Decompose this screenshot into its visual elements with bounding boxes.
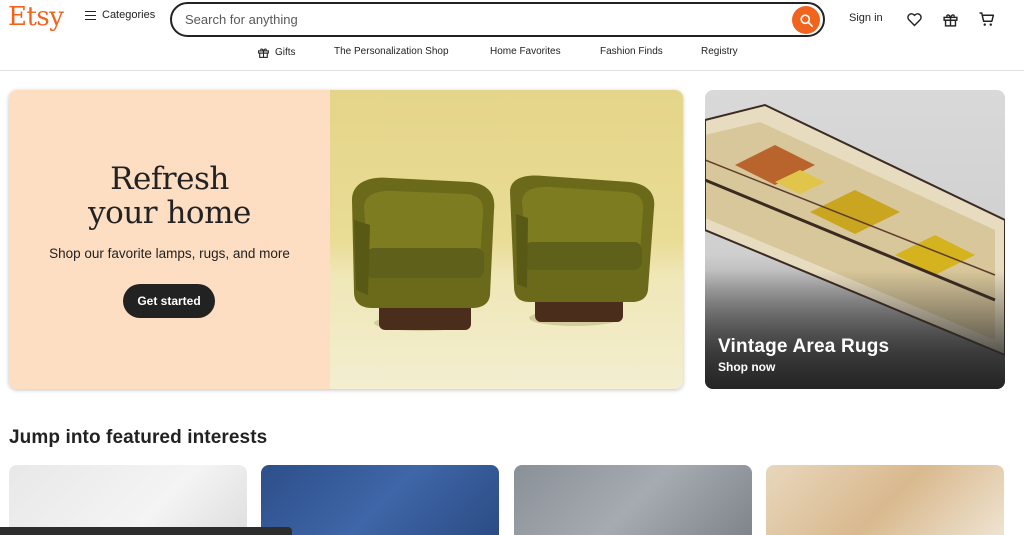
featured-interest-tile[interactable]	[514, 465, 752, 535]
gifts-button[interactable]	[940, 9, 960, 29]
featured-interests-heading: Jump into featured interests	[9, 427, 268, 448]
armchairs-illustration	[352, 175, 655, 331]
hero-title-line: your home	[88, 195, 251, 231]
vintage-rugs-card[interactable]: Vintage Area Rugs Shop now	[705, 90, 1005, 389]
sign-in-link[interactable]: Sign in	[849, 12, 883, 24]
site-header: Etsy Categories Sign in	[0, 0, 1024, 40]
cart-icon	[979, 12, 995, 26]
hero-image-armchairs	[330, 90, 683, 389]
side-card-cta[interactable]: Shop now	[718, 360, 775, 374]
browser-status-bar	[0, 527, 292, 535]
side-card-title: Vintage Area Rugs	[718, 336, 890, 357]
hero-text-panel: Refresh your home Shop our favorite lamp…	[9, 90, 330, 389]
nav-item-personalization-shop[interactable]: The Personalization Shop	[334, 46, 449, 57]
gift-icon	[258, 48, 269, 58]
featured-interest-tile[interactable]	[261, 465, 499, 535]
heart-icon	[906, 12, 922, 27]
nav-item-fashion-finds[interactable]: Fashion Finds	[600, 46, 663, 57]
search-input[interactable]	[185, 12, 765, 27]
menu-icon	[85, 10, 96, 20]
categories-label: Categories	[102, 9, 156, 21]
hero-banner[interactable]: Refresh your home Shop our favorite lamp…	[9, 90, 683, 389]
nav-item-home-favorites[interactable]: Home Favorites	[490, 46, 561, 57]
search-bar	[170, 2, 825, 37]
categories-button[interactable]: Categories	[85, 9, 155, 21]
gift-icon	[942, 13, 958, 27]
hero-title-line: Refresh	[110, 161, 229, 197]
nav-item-gifts[interactable]: Gifts	[257, 46, 296, 59]
nav-item-registry[interactable]: Registry	[701, 46, 738, 57]
category-nav: Gifts The Personalization Shop Home Favo…	[0, 42, 1024, 64]
search-icon	[799, 13, 813, 27]
header-divider	[0, 70, 1024, 71]
nav-item-label: Gifts	[275, 47, 296, 58]
featured-interest-tile[interactable]	[9, 465, 247, 535]
get-started-button[interactable]: Get started	[123, 284, 215, 318]
cart-button[interactable]	[977, 9, 997, 29]
search-button[interactable]	[792, 6, 820, 34]
featured-interest-tile[interactable]	[766, 465, 1004, 535]
hero-title: Refresh your home	[9, 162, 330, 230]
favorites-button[interactable]	[904, 9, 924, 29]
hero-subtitle: Shop our favorite lamps, rugs, and more	[49, 246, 290, 261]
etsy-logo[interactable]: Etsy	[8, 2, 64, 32]
